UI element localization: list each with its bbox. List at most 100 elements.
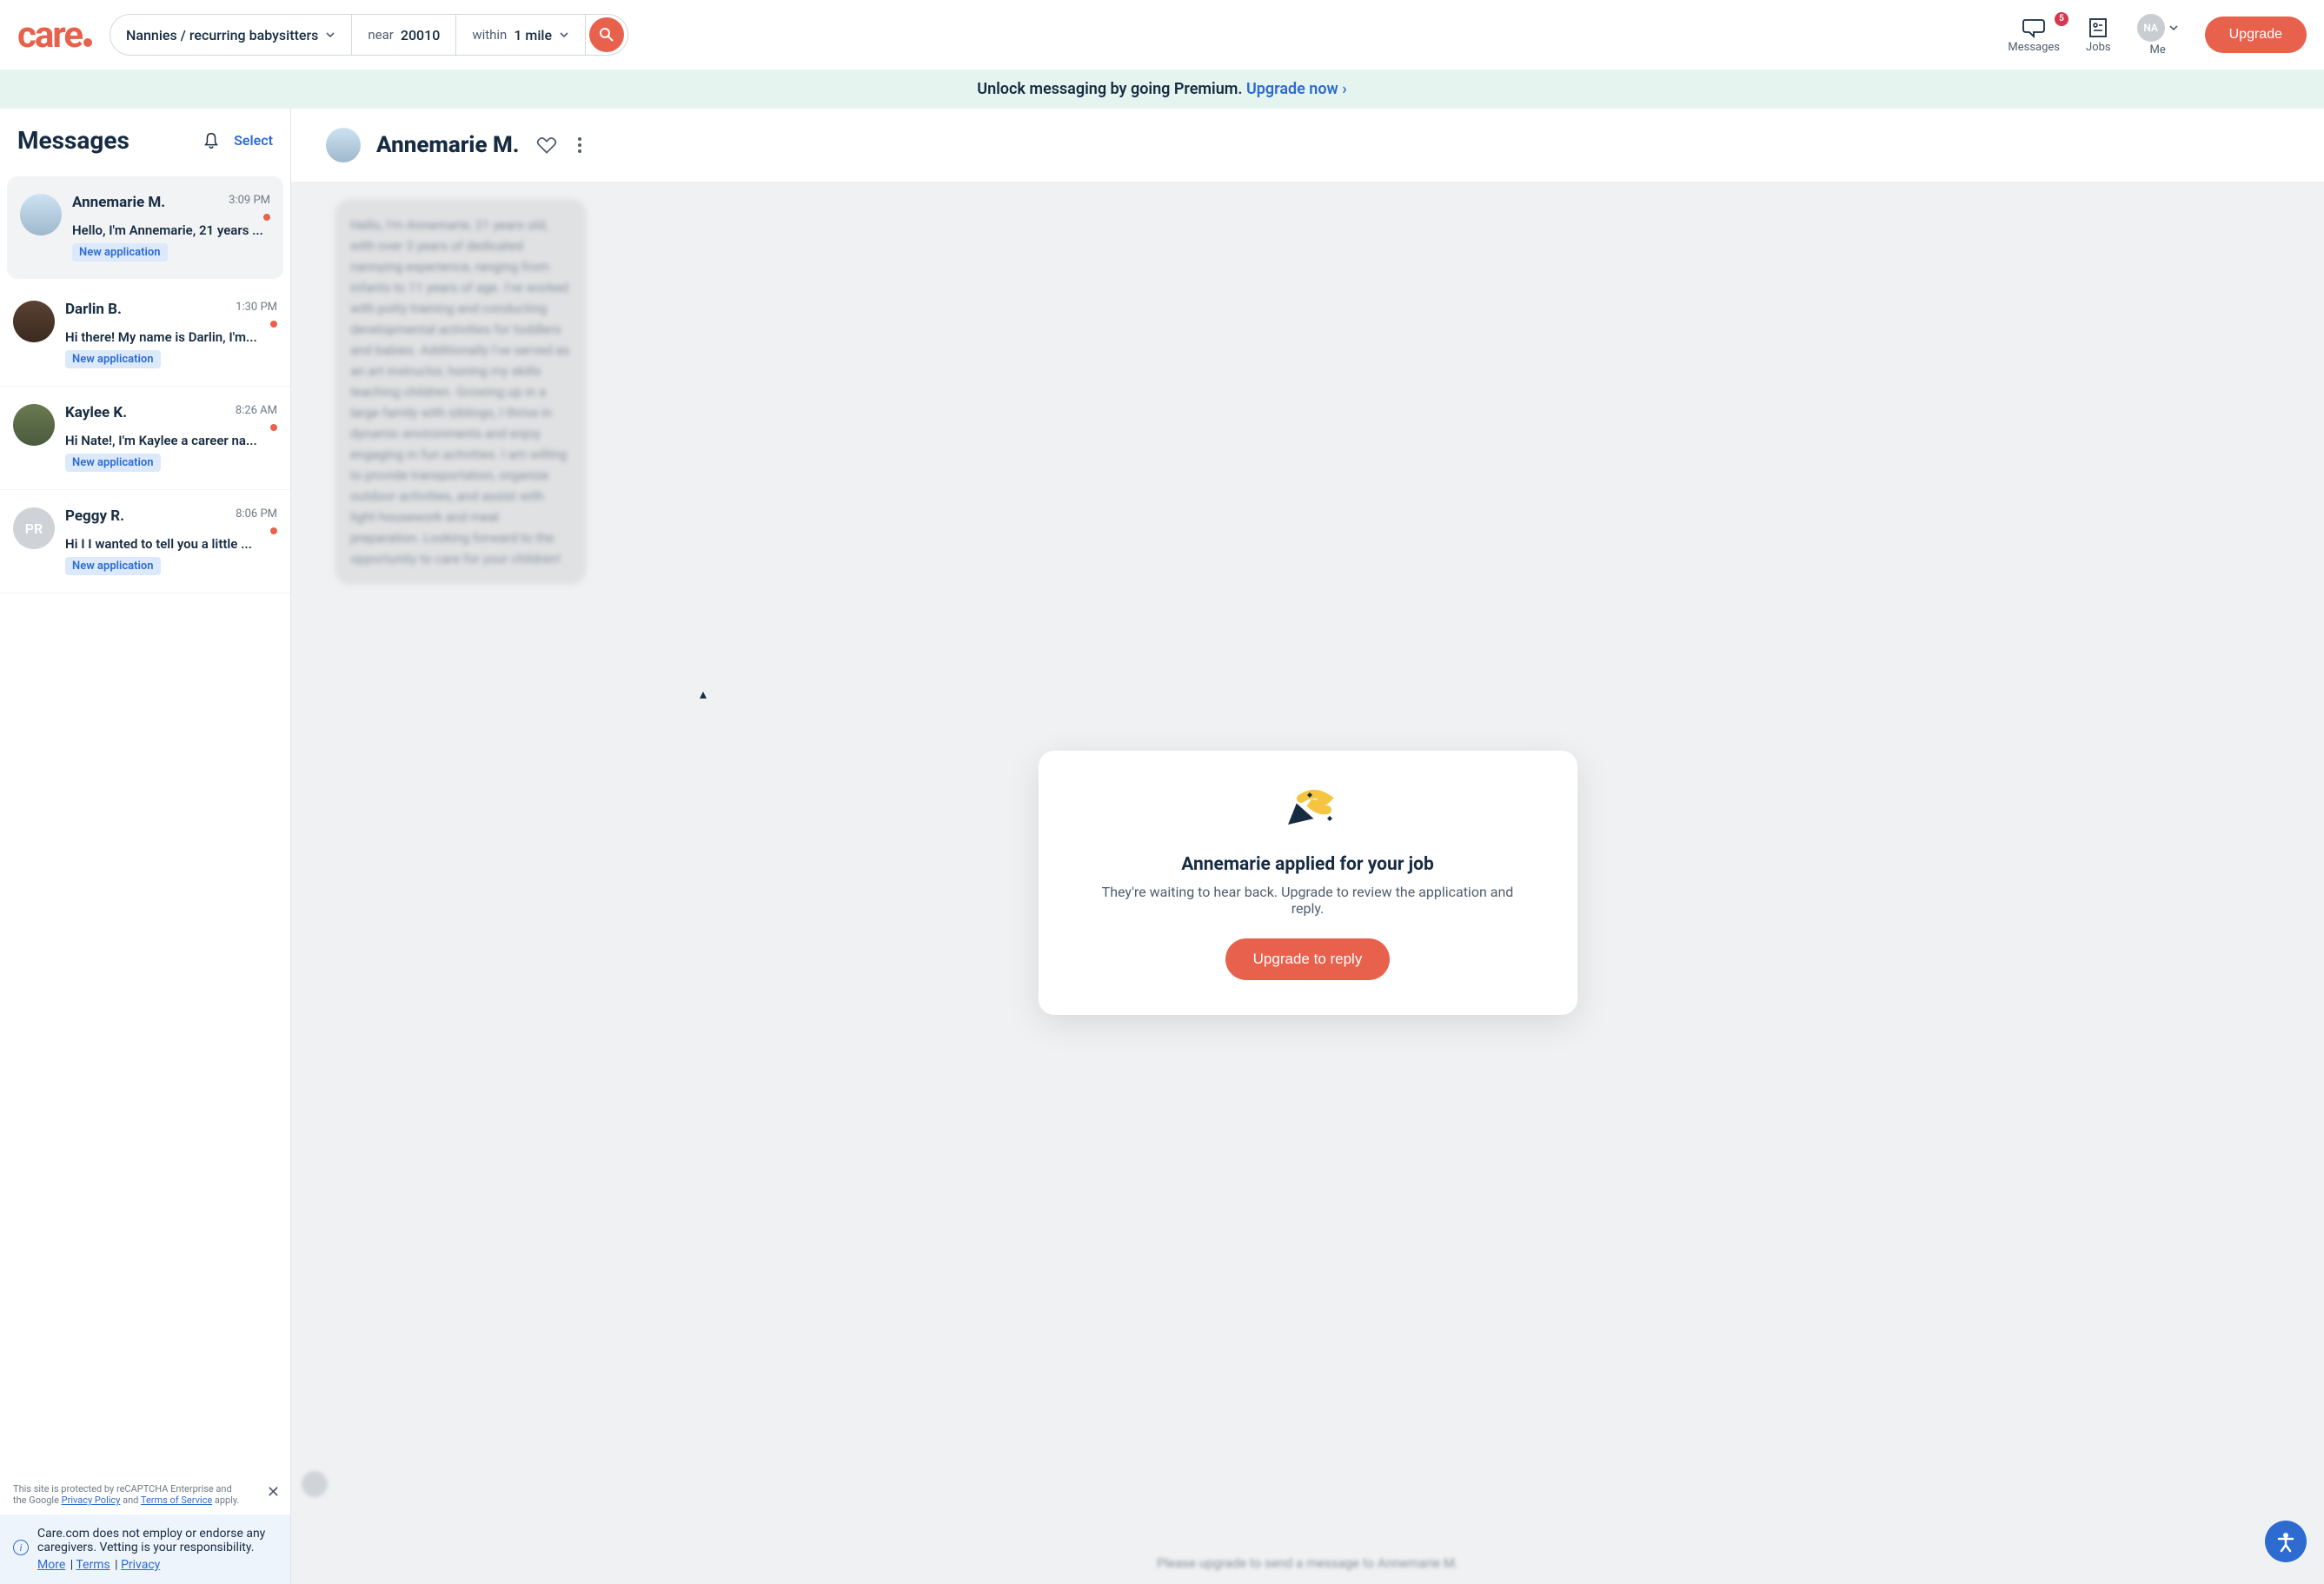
recaptcha-text: and [120, 1495, 141, 1506]
celebration-icon [1271, 785, 1345, 833]
header-nav: 5 Messages Jobs NA Me Upgrade [2008, 14, 2307, 56]
thread-avatar [13, 301, 55, 342]
search-icon [599, 27, 614, 43]
search-bar: Nannies / recurring babysitters near 200… [110, 14, 628, 56]
messages-badge: 5 [2055, 12, 2068, 26]
privacy-policy-link[interactable]: Privacy Policy [62, 1495, 121, 1506]
thread-avatar: PR [13, 507, 55, 549]
overlay-title: Annemarie applied for your job [1091, 854, 1525, 875]
blurred-message: Hello, I'm Annemarie, 21 years old, with… [335, 199, 587, 585]
nav-me-label: Me [2150, 43, 2166, 56]
unread-dot-icon [270, 424, 277, 431]
search-category-value: Nannies / recurring babysitters [126, 27, 318, 43]
thread-tag: New application [65, 557, 161, 575]
thread-tag: New application [65, 350, 161, 368]
thread-name: Peggy R. [65, 507, 124, 525]
logo-dot-icon [83, 38, 92, 47]
thread-list[interactable]: Annemarie M. 3:09 PM Hello, I'm Annemari… [0, 172, 290, 1475]
chat-bubble-icon [2022, 17, 2046, 39]
search-radius[interactable]: within 1 mile [456, 15, 586, 55]
thread-preview: Hi there! My name is Darlin, I'm... [65, 329, 277, 345]
premium-banner: Unlock messaging by going Premium. Upgra… [0, 70, 2324, 109]
more-link[interactable]: More [37, 1558, 65, 1572]
search-button[interactable] [589, 17, 624, 52]
thread-preview: Hi Nate!, I'm Kaylee a career na... [65, 433, 277, 448]
tos-link[interactable]: Terms of Service [141, 1495, 212, 1506]
thread-avatar [20, 194, 62, 235]
sidebar-title: Messages [17, 126, 189, 155]
zip-value: 20010 [401, 27, 440, 43]
chat-header: Annemarie M. [291, 109, 2324, 182]
blurred-avatar [302, 1471, 328, 1497]
near-label: near [368, 27, 393, 43]
user-avatar: NA [2137, 14, 2165, 42]
bell-icon[interactable] [202, 131, 221, 150]
disclaimer-text: Care.com does not employ or endorse any … [37, 1527, 277, 1554]
thread-name: Kaylee K. [65, 404, 127, 421]
thread-time: 3:09 PM [229, 194, 270, 207]
recaptcha-text: apply. [212, 1495, 239, 1506]
chat-body: Hello, I'm Annemarie, 21 years old, with… [291, 182, 2324, 1584]
thread-avatar [13, 404, 55, 446]
chat-name: Annemarie M. [376, 132, 520, 158]
unread-dot-icon [270, 527, 277, 534]
select-link[interactable]: Select [234, 132, 273, 149]
recaptcha-notice: ✕ This site is protected by reCAPTCHA En… [0, 1475, 290, 1514]
upgrade-to-reply-button[interactable]: Upgrade to reply [1225, 938, 1391, 980]
more-menu-icon[interactable] [574, 133, 586, 157]
sidebar-header: Messages Select [0, 109, 290, 172]
chevron-down-icon [2168, 23, 2179, 33]
upgrade-button[interactable]: Upgrade [2205, 17, 2307, 53]
banner-text: Unlock messaging by going Premium. [977, 80, 1246, 98]
info-icon: i [13, 1540, 29, 1555]
thread-item[interactable]: Annemarie M. 3:09 PM Hello, I'm Annemari… [7, 176, 283, 279]
thread-time: 8:06 PM [236, 507, 277, 520]
overlay-text: They're waiting to hear back. Upgrade to… [1091, 884, 1525, 917]
logo-text: care [17, 14, 82, 56]
nav-jobs[interactable]: Jobs [2086, 17, 2111, 54]
privacy-link[interactable]: Privacy [121, 1558, 160, 1572]
chat-input-placeholder: Please upgrade to send a message to Anne… [291, 1555, 2324, 1571]
nav-jobs-label: Jobs [2086, 41, 2111, 54]
main: Messages Select Annemarie M. 3:09 PM Hel… [0, 109, 2324, 1584]
thread-preview: Hello, I'm Annemarie, 21 years ... [72, 222, 270, 238]
terms-link[interactable]: Terms [76, 1558, 110, 1572]
upgrade-overlay: Annemarie applied for your job They're w… [1039, 751, 1577, 1015]
search-category[interactable]: Nannies / recurring babysitters [110, 15, 352, 55]
thread-preview: Hi I I wanted to tell you a little ... [65, 536, 277, 552]
thread-tag: New application [65, 454, 161, 472]
disclaimer-bar: i Care.com does not employ or endorse an… [0, 1514, 290, 1584]
recaptcha-text: This site is protected by reCAPTCHA Ente… [13, 1483, 232, 1495]
nav-messages-label: Messages [2008, 41, 2060, 54]
jobs-icon [2087, 17, 2109, 39]
accessibility-button[interactable] [2265, 1521, 2307, 1562]
radius-value: 1 mile [514, 27, 552, 43]
thread-tag: New application [72, 243, 168, 262]
chat-avatar[interactable] [326, 128, 361, 162]
within-label: within [472, 27, 507, 43]
thread-name: Annemarie M. [72, 194, 165, 211]
banner-upgrade-link[interactable]: Upgrade now › [1246, 80, 1347, 98]
nav-messages[interactable]: 5 Messages [2008, 17, 2060, 54]
thread-time: 8:26 AM [236, 404, 277, 417]
thread-name: Darlin B. [65, 301, 122, 318]
close-icon[interactable]: ✕ [267, 1483, 280, 1501]
nav-me[interactable]: NA Me [2137, 14, 2179, 56]
thread-item[interactable]: Kaylee K. 8:26 AM Hi Nate!, I'm Kaylee a… [0, 387, 290, 490]
thread-item[interactable]: Darlin B. 1:30 PM Hi there! My name is D… [0, 283, 290, 387]
thread-item[interactable]: PR Peggy R. 8:06 PM Hi I I wanted to tel… [0, 490, 290, 593]
header: care Nannies / recurring babysitters nea… [0, 0, 2324, 70]
heart-icon[interactable] [535, 134, 558, 156]
sidebar: Messages Select Annemarie M. 3:09 PM Hel… [0, 109, 291, 1584]
cursor-icon: ▴ [700, 686, 707, 702]
search-location[interactable]: near 20010 [352, 15, 456, 55]
unread-dot-icon [263, 214, 270, 221]
care-logo[interactable]: care [17, 14, 92, 56]
unread-dot-icon [270, 321, 277, 328]
thread-time: 1:30 PM [236, 301, 277, 314]
chat-panel: Annemarie M. Hello, I'm Annemarie, 21 ye… [291, 109, 2324, 1584]
chevron-down-icon [325, 30, 335, 40]
accessibility-icon [2274, 1530, 2297, 1553]
recaptcha-text: the Google [13, 1495, 62, 1506]
chevron-down-icon [559, 30, 569, 40]
